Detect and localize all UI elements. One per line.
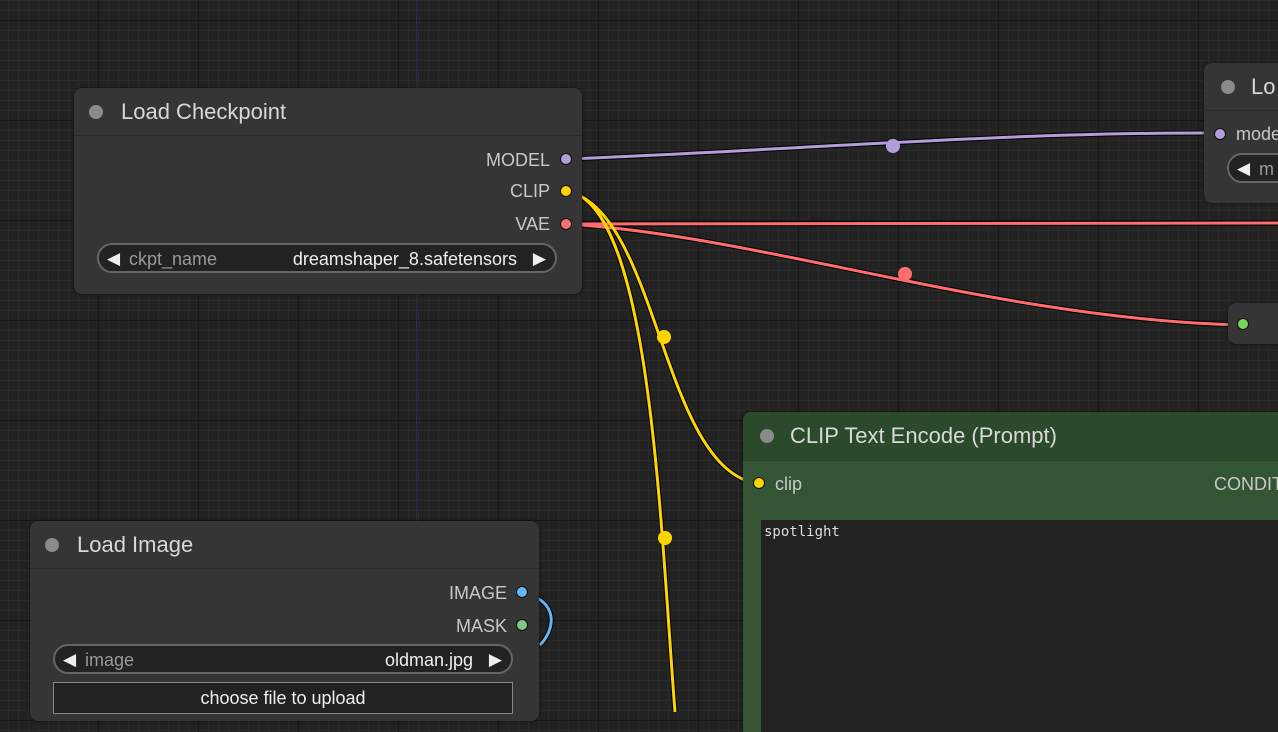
vae-output-slot[interactable] bbox=[560, 218, 572, 230]
arrow-left-icon[interactable]: ◀ bbox=[107, 248, 120, 270]
input-label-model: mode bbox=[1236, 124, 1278, 144]
image-combo[interactable]: ◀ image oldman.jpg ▶ bbox=[53, 644, 513, 674]
clip-text-encode-title[interactable]: CLIP Text Encode (Prompt) bbox=[743, 412, 1278, 461]
arrow-left-icon[interactable]: ◀ bbox=[1237, 158, 1250, 180]
clip-output-slot[interactable] bbox=[560, 185, 572, 197]
input-label-clip: clip bbox=[775, 474, 803, 494]
load-checkpoint-title[interactable]: Load Checkpoint bbox=[74, 88, 582, 136]
model-link bbox=[565, 131, 1220, 161]
vae-link-midpoint bbox=[898, 267, 912, 281]
arrow-right-icon[interactable]: ▶ bbox=[489, 649, 502, 671]
clip-link-encode bbox=[565, 189, 760, 486]
load-checkpoint-node[interactable]: Load Checkpoint MODEL CLIP VAE ◀ ckpt_na… bbox=[74, 88, 582, 294]
ckpt-name-combo[interactable]: ◀ ckpt_name dreamshaper_8.safetensors ▶ bbox=[97, 243, 557, 273]
output-label-vae: VAE bbox=[515, 214, 550, 234]
partial-node-title[interactable]: Lo bbox=[1204, 63, 1278, 111]
collapse-dot-icon[interactable] bbox=[760, 429, 774, 443]
vae-target-node-partial[interactable] bbox=[1228, 303, 1278, 344]
output-label-model: MODEL bbox=[485, 150, 550, 170]
upload-button[interactable]: choose file to upload bbox=[53, 682, 513, 714]
vae-link-curve bbox=[565, 222, 1244, 327]
model-input-slot[interactable] bbox=[1214, 128, 1226, 140]
collapse-dot-icon[interactable] bbox=[45, 538, 59, 552]
widget-name: ckpt_name bbox=[129, 249, 218, 269]
clip-link-midpoint-1 bbox=[657, 330, 671, 344]
arrow-right-icon[interactable]: ▶ bbox=[533, 248, 546, 270]
widget-value: oldman.jpg bbox=[384, 650, 473, 670]
clip-text-encode-node[interactable]: CLIP Text Encode (Prompt) clip CONDIT sp… bbox=[743, 412, 1278, 732]
vae-input-slot[interactable] bbox=[1237, 318, 1249, 330]
output-label-conditioning: CONDIT bbox=[1214, 474, 1278, 494]
load-image-node[interactable]: Load Image IMAGE MASK ◀ image oldman.jpg… bbox=[30, 521, 539, 721]
model-output-slot[interactable] bbox=[560, 153, 572, 165]
prompt-textarea[interactable]: spotlight bbox=[761, 520, 1278, 732]
clip-link-midpoint-2 bbox=[658, 531, 672, 545]
collapse-dot-icon[interactable] bbox=[1221, 80, 1235, 94]
collapse-dot-icon[interactable] bbox=[89, 105, 103, 119]
load-lora-node-partial[interactable]: Lo mode ◀ m bbox=[1204, 63, 1278, 203]
clip-input-slot[interactable] bbox=[753, 477, 765, 489]
vae-link-straight bbox=[565, 221, 1278, 226]
arrow-left-icon[interactable]: ◀ bbox=[63, 649, 76, 671]
image-output-slot[interactable] bbox=[516, 586, 528, 598]
model-link-midpoint bbox=[886, 139, 900, 153]
widget-name: m bbox=[1259, 159, 1274, 179]
output-label-mask: MASK bbox=[455, 616, 507, 636]
widget-name: image bbox=[85, 650, 135, 670]
output-label-clip: CLIP bbox=[509, 181, 550, 201]
clip-link-down bbox=[565, 189, 677, 712]
mask-output-slot[interactable] bbox=[516, 619, 528, 631]
output-label-image: IMAGE bbox=[448, 583, 507, 603]
widget-value: dreamshaper_8.safetensors bbox=[292, 249, 517, 269]
partial-combo[interactable]: ◀ m bbox=[1227, 153, 1278, 183]
load-image-title[interactable]: Load Image bbox=[30, 521, 539, 569]
